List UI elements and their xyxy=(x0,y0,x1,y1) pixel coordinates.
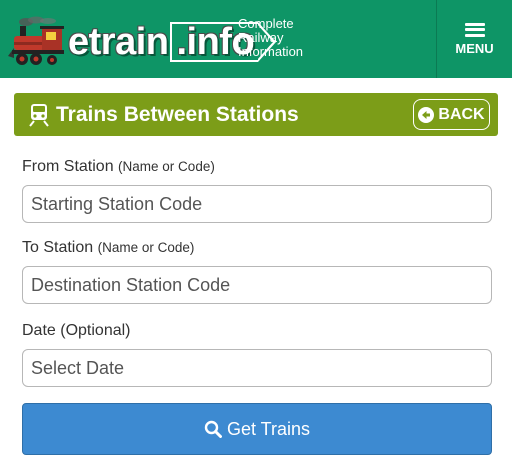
back-button[interactable]: BACK xyxy=(413,99,490,130)
get-trains-label: Get Trains xyxy=(226,418,311,439)
to-station-hint: (Name or Code) xyxy=(97,240,195,255)
date-label-text: Date (Optional) xyxy=(22,322,131,339)
back-label: BACK xyxy=(438,105,485,123)
section-header: Trains Between Stations BACK xyxy=(14,93,498,136)
menu-label: MENU xyxy=(455,40,494,56)
from-station-input[interactable] xyxy=(22,185,492,223)
arrow-left-circle-icon xyxy=(418,106,435,123)
date-label: Date (Optional) xyxy=(22,322,131,340)
menu-button[interactable]: MENU xyxy=(436,0,512,78)
search-icon xyxy=(204,420,222,438)
to-station-input[interactable] xyxy=(22,266,492,304)
to-station-label-text: To Station xyxy=(22,239,94,256)
tagline-line-3: Information xyxy=(238,44,304,59)
train-icon xyxy=(29,104,49,127)
to-station-label: To Station (Name or Code) xyxy=(22,239,194,257)
brand-main: etrain xyxy=(68,21,169,63)
from-station-label: From Station (Name or Code) xyxy=(22,158,215,176)
tagline: Complete Railway Information xyxy=(238,17,303,59)
page-title: Trains Between Stations xyxy=(56,103,299,126)
site-header: etrain .info Complete Railway Information… xyxy=(0,0,512,78)
from-station-label-text: From Station xyxy=(22,158,114,175)
hamburger-icon xyxy=(464,22,485,37)
site-logo[interactable]: etrain .info Complete Railway Information xyxy=(6,10,426,70)
date-input[interactable] xyxy=(22,349,492,387)
tagline-line-2: Railway xyxy=(238,30,284,45)
tagline-line-1: Complete xyxy=(238,16,294,31)
locomotive-icon xyxy=(8,16,64,65)
from-station-hint: (Name or Code) xyxy=(118,159,215,174)
brand-name: etrain .info xyxy=(68,21,277,63)
get-trains-button[interactable]: Get Trains xyxy=(22,403,492,455)
